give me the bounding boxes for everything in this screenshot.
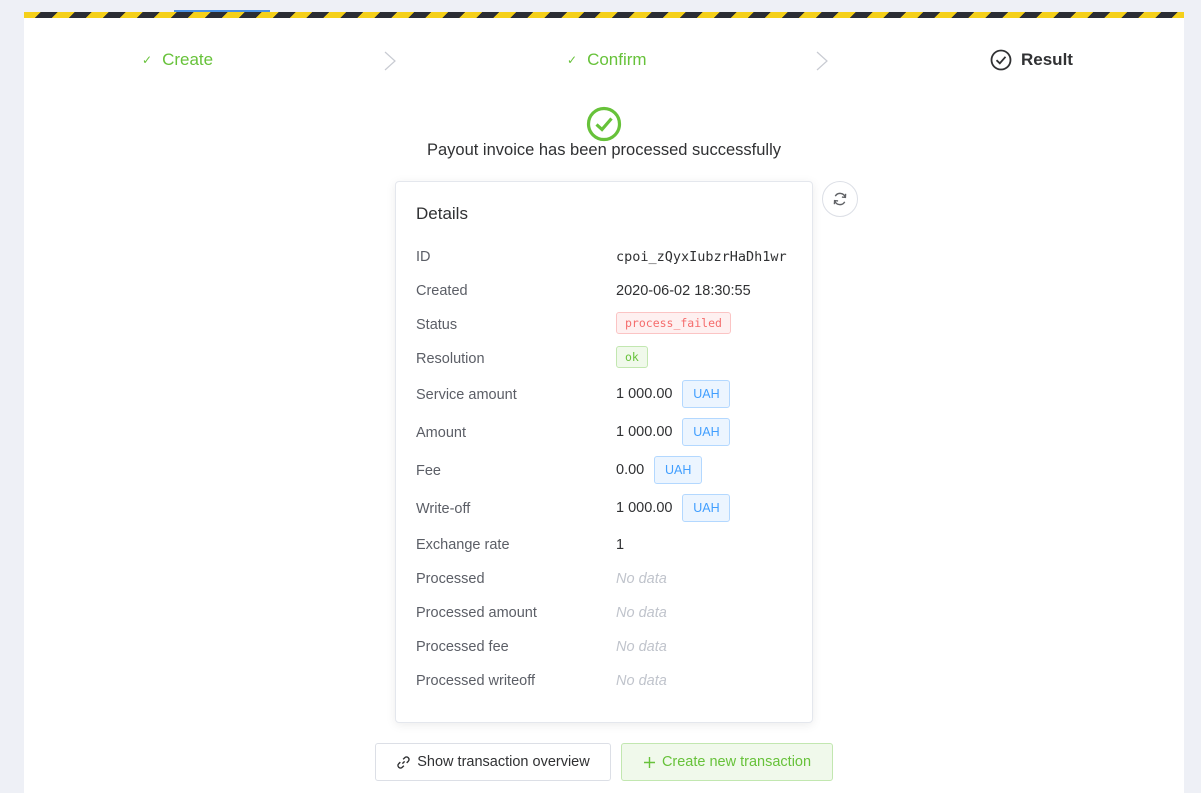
step-result: Result	[990, 49, 1073, 71]
details-title: Details	[416, 204, 468, 223]
show-transaction-overview-label: Show transaction overview	[417, 754, 590, 770]
plus-icon	[643, 756, 656, 769]
writeoff-value: 1 000.00	[616, 500, 673, 516]
processed-fee-label: Processed fee	[416, 639, 509, 655]
currency-badge: UAH	[682, 494, 731, 522]
id-value: cpoi_zQyxIubzrHaDh1wr	[616, 249, 787, 265]
service-amount-row: 1 000.00 UAH	[616, 380, 731, 408]
amount-row: 1 000.00 UAH	[616, 418, 731, 446]
create-new-transaction-button[interactable]: Create new transaction	[621, 743, 833, 781]
processed-label: Processed	[416, 571, 485, 587]
chevron-right-icon	[816, 51, 828, 71]
status-label: Status	[416, 317, 458, 333]
link-icon	[396, 755, 411, 770]
resolution-label: Resolution	[416, 351, 485, 367]
exchange-rate-label: Exchange rate	[416, 537, 510, 553]
check-icon: ✓	[142, 53, 153, 67]
refresh-icon	[833, 192, 847, 206]
show-transaction-overview-button[interactable]: Show transaction overview	[375, 743, 611, 781]
step-result-label: Result	[1021, 50, 1073, 69]
writeoff-row: 1 000.00 UAH	[616, 494, 731, 522]
main-panel: ✓ Create ✓ Confirm Result Payout invoice…	[24, 18, 1184, 793]
refresh-button[interactable]	[822, 181, 858, 217]
processed-value: No data	[616, 571, 667, 587]
status-badge: process_failed	[616, 312, 731, 334]
step-confirm: ✓ Confirm	[567, 50, 647, 70]
resolution-badge: ok	[616, 346, 648, 368]
processed-fee-value: No data	[616, 639, 667, 655]
currency-badge: UAH	[682, 380, 731, 408]
processed-writeoff-label: Processed writeoff	[416, 673, 536, 689]
fee-value: 0.00	[616, 462, 645, 478]
chevron-right-icon	[384, 51, 396, 71]
details-card: Details ID cpoi_zQyxIubzrHaDh1wr Created…	[395, 181, 813, 723]
check-circle-icon	[990, 49, 1012, 71]
created-value: 2020-06-02 18:30:55	[616, 283, 751, 299]
writeoff-label: Write-off	[416, 501, 471, 517]
currency-badge: UAH	[654, 456, 703, 484]
exchange-rate-value: 1	[616, 537, 625, 553]
processed-writeoff-value: No data	[616, 673, 667, 689]
processed-amount-label: Processed amount	[416, 605, 537, 621]
step-create: ✓ Create	[142, 50, 213, 70]
created-label: Created	[416, 283, 468, 299]
service-amount-value: 1 000.00	[616, 386, 673, 402]
success-message: Payout invoice has been processed succes…	[426, 141, 782, 159]
service-amount-label: Service amount	[416, 387, 517, 403]
fee-label: Fee	[416, 463, 441, 479]
create-new-transaction-label: Create new transaction	[661, 754, 812, 770]
amount-label: Amount	[416, 425, 466, 441]
top-nav-strip	[24, 0, 1184, 12]
status-value-wrap: process_failed	[616, 312, 731, 334]
processed-amount-value: No data	[616, 605, 667, 621]
fee-row: 0.00 UAH	[616, 456, 703, 484]
success-check-circle-icon	[586, 106, 622, 142]
step-confirm-label: Confirm	[587, 50, 647, 69]
amount-value: 1 000.00	[616, 424, 673, 440]
check-icon: ✓	[567, 53, 578, 67]
id-label: ID	[416, 249, 431, 265]
currency-badge: UAH	[682, 418, 731, 446]
resolution-value-wrap: ok	[616, 346, 648, 368]
step-create-label: Create	[162, 50, 214, 69]
